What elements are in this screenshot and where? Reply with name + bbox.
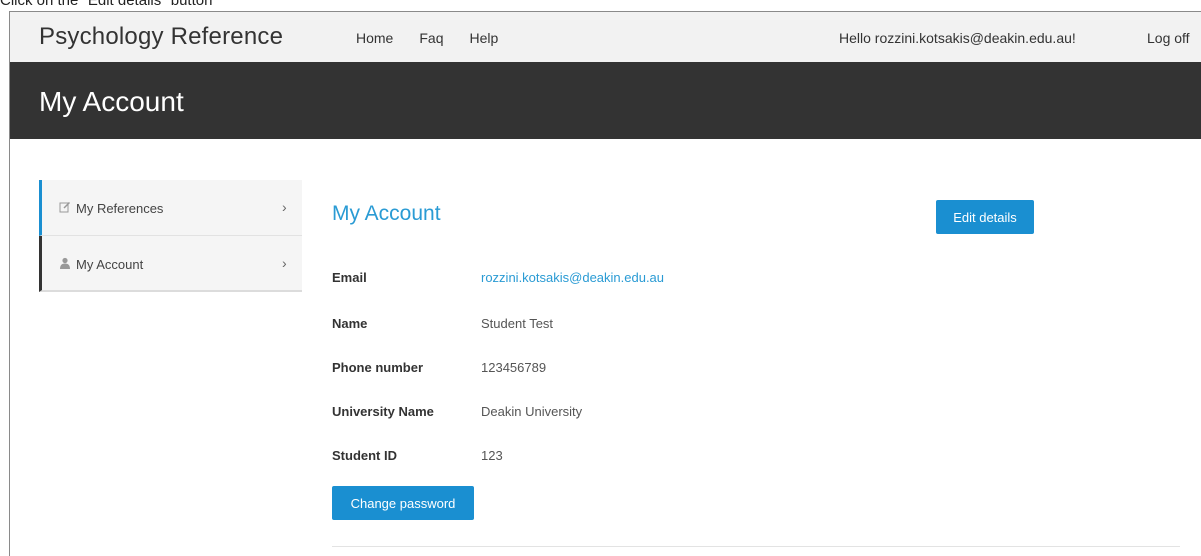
field-label: Email bbox=[332, 270, 367, 285]
nav-help-link[interactable]: Help bbox=[469, 30, 498, 46]
chevron-right-icon: › bbox=[282, 255, 287, 271]
top-navbar: Psychology Reference Home Faq Help Hello… bbox=[10, 12, 1201, 62]
instruction-text: Click on the "Edit details" button bbox=[0, 0, 213, 9]
field-value: Deakin University bbox=[481, 404, 583, 419]
edit-details-button[interactable]: Edit details bbox=[936, 200, 1034, 234]
edit-icon bbox=[59, 201, 73, 215]
sidebar-item-label: My References bbox=[76, 201, 164, 216]
nav-links: Home Faq Help bbox=[356, 30, 498, 46]
field-label: Student ID bbox=[332, 448, 397, 463]
chevron-right-icon: › bbox=[282, 199, 287, 215]
page-header: My Account bbox=[10, 62, 1201, 139]
field-label: Phone number bbox=[332, 360, 424, 375]
page-title: My Account bbox=[39, 86, 184, 117]
user-icon bbox=[59, 257, 73, 271]
change-password-button[interactable]: Change password bbox=[332, 486, 474, 520]
user-greeting[interactable]: Hello rozzini.kotsakis@deakin.edu.au! bbox=[839, 30, 1076, 46]
nav-home-link[interactable]: Home bbox=[356, 30, 393, 46]
field-value: 123 bbox=[481, 448, 503, 463]
sidebar: My References › My Account › bbox=[39, 180, 302, 292]
field-value: Student Test bbox=[481, 316, 554, 331]
sidebar-item-label: My Account bbox=[76, 257, 144, 272]
section-title: My Account bbox=[332, 202, 441, 225]
nav-faq-link[interactable]: Faq bbox=[419, 30, 443, 46]
logoff-link[interactable]: Log off bbox=[1147, 30, 1190, 46]
sidebar-item-my-references[interactable]: My References › bbox=[39, 180, 302, 236]
field-label: Name bbox=[332, 316, 368, 331]
browser-page: Psychology Reference Home Faq Help Hello… bbox=[9, 11, 1201, 556]
field-label: University Name bbox=[332, 404, 434, 419]
brand-logo[interactable]: Psychology Reference bbox=[39, 23, 283, 51]
divider bbox=[332, 546, 1180, 547]
sidebar-item-my-account[interactable]: My Account › bbox=[39, 236, 302, 292]
email-link[interactable]: rozzini.kotsakis@deakin.edu.au bbox=[481, 270, 664, 285]
field-value: 123456789 bbox=[481, 360, 547, 375]
